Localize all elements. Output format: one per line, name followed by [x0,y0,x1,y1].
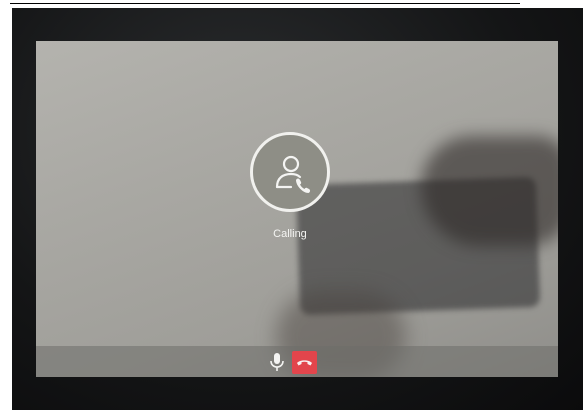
call-status-label: Calling [273,228,307,240]
hand-reflection [421,136,558,246]
photo-frame: Calling [0,0,583,410]
person-phone-icon [275,155,311,193]
call-screen: Calling [36,41,558,377]
top-rule [10,3,520,4]
tablet-device: Calling [12,8,583,410]
phone-hangup-icon [297,360,312,366]
contact-avatar [250,132,330,212]
mute-microphone-button[interactable] [268,352,286,372]
end-call-button[interactable] [292,351,317,374]
microphone-icon [270,353,284,371]
